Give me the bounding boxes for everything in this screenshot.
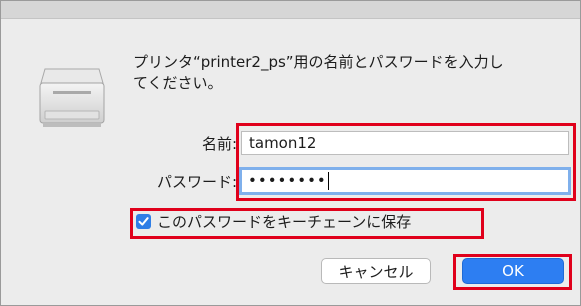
name-field-value: tamon12 <box>249 134 317 152</box>
ok-button[interactable]: OK <box>462 258 564 284</box>
password-field[interactable]: •••••••• <box>239 167 571 195</box>
checkmark-icon <box>138 216 149 226</box>
dialog-message: プリンタ“printer2_ps”用の名前とパスワードを入力し てください。 <box>133 53 504 92</box>
auth-dialog: プリンタ“printer2_ps”用の名前とパスワードを入力し てください。 名… <box>0 0 581 306</box>
dialog-titlebar <box>1 1 580 19</box>
remember-password-row[interactable]: このパスワードをキーチェーンに保存 <box>136 210 411 232</box>
password-field-value: •••••••• <box>248 171 327 190</box>
password-label: パスワード: <box>156 173 237 191</box>
cancel-button[interactable]: キャンセル <box>321 258 431 284</box>
name-label: 名前: <box>201 135 237 153</box>
remember-password-label: このパスワードをキーチェーンに保存 <box>157 212 412 231</box>
printer-icon <box>37 61 107 133</box>
remember-password-checkbox[interactable] <box>136 213 151 229</box>
text-caret <box>327 171 329 190</box>
name-field[interactable]: tamon12 <box>241 131 569 155</box>
